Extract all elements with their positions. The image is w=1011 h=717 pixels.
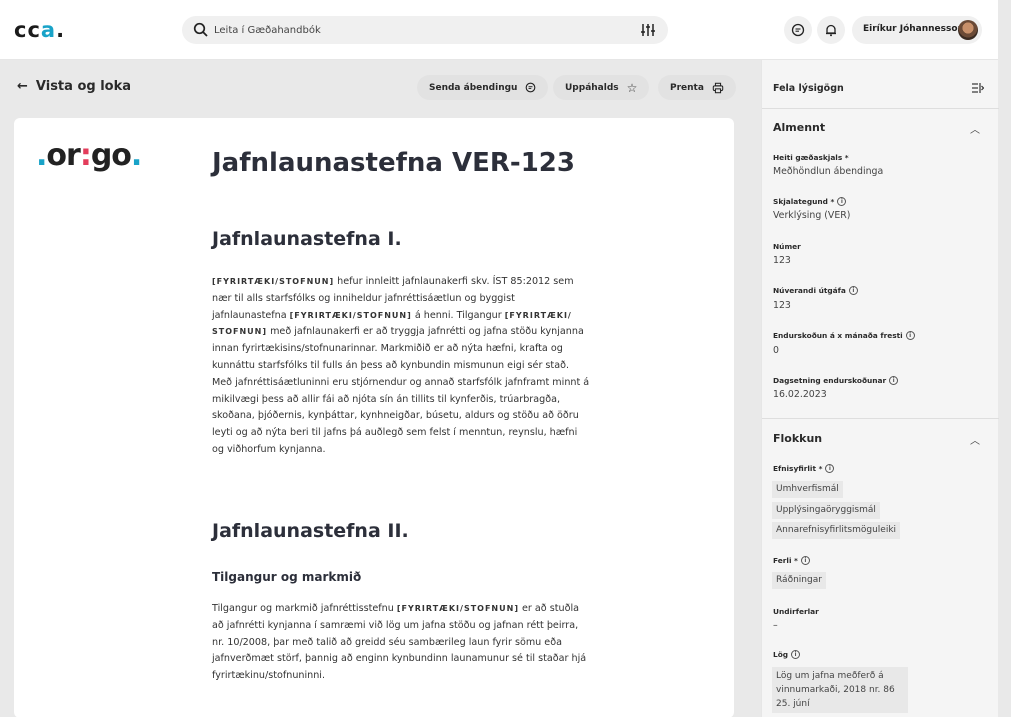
info-icon[interactable]: i (889, 376, 899, 385)
star-icon: ☆ (626, 80, 638, 95)
bell-icon (826, 24, 836, 37)
favorites-label: Uppáhalds (565, 82, 619, 93)
divider (762, 108, 999, 109)
top-bar: cca. Eiríkur Jóhannesson (0, 0, 998, 60)
search-bar[interactable] (182, 16, 668, 44)
doc-name-label: Heiti gæðaskjals * (773, 153, 849, 162)
doc-type-label: Skjalategund * i (773, 197, 847, 206)
section-classification-heading[interactable]: Flokkun (773, 432, 822, 445)
send-feedback-button[interactable]: Senda ábendingu (417, 75, 549, 100)
favorites-button[interactable]: Uppáhalds ☆ (553, 75, 650, 100)
review-date-label-text: Dagsetning endurskoðunar (773, 376, 887, 385)
review-date-label: Dagsetning endurskoðunar i (773, 376, 899, 385)
divider (762, 418, 999, 419)
section-body: Tilgangur og markmið jafnréttisstefnu [F… (212, 601, 592, 685)
subprocess-label: Undirferlar (773, 607, 819, 616)
info-icon[interactable]: i (800, 556, 810, 565)
body-text: er að stuðla að jafnrétti kynjanna í sam… (212, 603, 587, 682)
topic-chip[interactable]: Umhverfismál (772, 481, 843, 498)
section-body: [FYRIRTÆKI/STOFNUN] hefur innleitt jafnl… (212, 274, 592, 459)
review-interval-label: Endurskoðun á x mánaða fresti i (773, 331, 915, 340)
section-heading: Jafnlaunastefna II. (212, 520, 409, 542)
number-label: Númer (773, 242, 801, 251)
section-heading: Jafnlaunastefna I. (212, 228, 402, 250)
placeholder-tag: [FYRIRTÆKI/STOFNUN] (289, 310, 412, 320)
info-icon[interactable]: i (848, 286, 858, 295)
info-icon[interactable]: i (905, 331, 915, 340)
avatar (958, 20, 978, 40)
arrow-left-icon: ← (17, 79, 28, 94)
chevron-up-icon[interactable]: ︿ (970, 432, 980, 447)
placeholder-tag: [FYRIRTÆKI/STOFNUN] (396, 604, 519, 613)
subprocess-value: – (773, 620, 778, 631)
topic-chip[interactable]: Annarefnisyfirlitsmöguleiki (772, 522, 901, 539)
placeholder-tag: [FYRIRTÆKI/STOFNUN] (212, 277, 335, 286)
notifications-button[interactable] (817, 16, 845, 44)
version-label-text: Núverandi útgáfa (773, 286, 846, 295)
back-label: Vista og loka (35, 79, 132, 94)
info-icon[interactable]: i (825, 464, 835, 473)
collapse-panel-icon[interactable] (971, 82, 984, 94)
body-text: á henni. Tilgangur (411, 309, 505, 321)
user-name: Eiríkur Jóhannesson (863, 24, 964, 34)
user-menu[interactable]: Eiríkur Jóhannesson (852, 16, 982, 44)
topics-label-text: Efnisyfirlit * (773, 464, 823, 473)
topics-label: Efnisyfirlit * i (773, 464, 835, 473)
search-icon (193, 22, 208, 37)
chat-icon (791, 23, 805, 37)
filter-sliders-icon[interactable] (640, 22, 656, 38)
document-title: Jafnlaunastefna VER-123 (212, 148, 575, 178)
body-text: með jafnlaunakerfi er að tryggja jafnrét… (212, 326, 590, 455)
number-value: 123 (773, 255, 791, 266)
metadata-panel: Fela lýsigögn Almennt ︿ Heiti gæðaskjals… (761, 60, 999, 717)
chat-button[interactable] (784, 16, 812, 44)
info-icon[interactable]: i (837, 197, 847, 206)
process-chip[interactable]: Ráðningar (772, 572, 826, 589)
process-label: Ferli * i (773, 556, 810, 565)
hide-metadata-label[interactable]: Fela lýsigögn (773, 83, 844, 94)
topic-chip[interactable]: Upplýsingaöryggismál (772, 502, 880, 519)
chat-icon (526, 82, 536, 93)
process-label-text: Ferli * (773, 556, 798, 565)
doc-type-label-text: Skjalategund * (773, 197, 835, 206)
send-feedback-label: Senda ábendingu (429, 82, 518, 93)
print-label: Prenta (670, 82, 704, 93)
law-label: Lög i (773, 650, 801, 659)
back-button[interactable]: ← Vista og loka (17, 79, 131, 94)
section-general-heading[interactable]: Almennt (773, 121, 825, 134)
app-logo[interactable]: cca. (14, 18, 65, 42)
body-text: Tilgangur og markmið jafnréttisstefnu (212, 603, 397, 614)
review-interval-label-text: Endurskoðun á x mánaða fresti (773, 331, 903, 340)
document-page: .or:go. Jafnlaunastefna VER-123 Jafnlaun… (14, 118, 734, 717)
chevron-up-icon[interactable]: ︿ (970, 121, 980, 136)
version-value: 123 (773, 300, 791, 311)
printer-icon (712, 82, 724, 93)
review-date-value: 16.02.2023 (773, 389, 827, 400)
law-chip[interactable]: Lög um jafna meðferð á vinnumarkaði, 201… (772, 667, 908, 713)
review-interval-value: 0 (773, 345, 779, 356)
info-icon[interactable]: i (791, 650, 801, 659)
company-logo: .or:go. (36, 138, 142, 173)
law-label-text: Lög (773, 650, 789, 659)
version-label: Núverandi útgáfa i (773, 286, 858, 295)
search-input[interactable] (214, 20, 614, 40)
doc-type-value: Verklýsing (VER) (773, 210, 851, 221)
subsection-heading: Tilgangur og markmið (212, 570, 362, 584)
print-button[interactable]: Prenta (658, 75, 736, 100)
doc-name-value: Meðhöndlun ábendinga (773, 166, 884, 177)
